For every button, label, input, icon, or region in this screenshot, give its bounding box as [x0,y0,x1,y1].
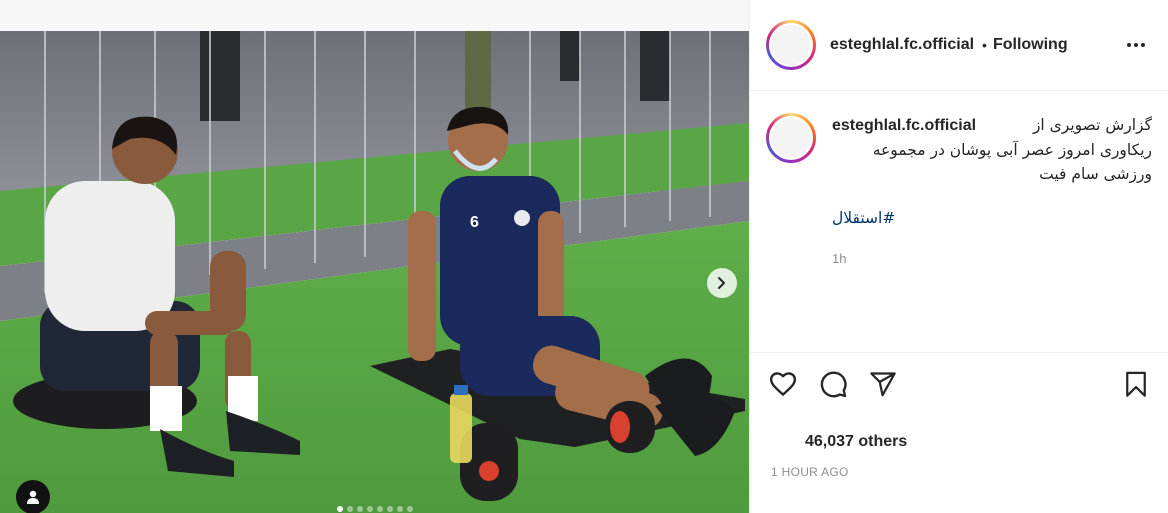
comment-button[interactable] [817,368,849,400]
carousel-dot [356,506,363,512]
carousel-indicator [0,506,749,512]
carousel-dot [346,506,353,512]
post-side-panel: esteghlal.fc.official • Following estegh… [749,0,1168,513]
carousel-dot [336,506,343,512]
like-button[interactable] [767,368,799,400]
carousel-dot [396,506,403,512]
header-separator: • [982,37,987,53]
following-button[interactable]: Following [993,36,1068,54]
caption-text-line1: گزارش تصویری از [1032,116,1152,134]
share-icon [870,372,896,397]
caption-text: ریکاوری امروز عصر آبی پوشان در مجموعه ور… [872,141,1152,183]
caption-avatar[interactable] [766,113,816,163]
post-actions-bar [750,352,1168,412]
jersey-number: 6 [470,214,479,231]
carousel-dot [386,506,393,512]
media-top-strip [0,0,749,31]
user-tag-icon [27,490,39,504]
more-options-icon[interactable] [1125,34,1147,56]
save-button[interactable] [1120,368,1152,400]
post-photo[interactable]: 6 [0,31,749,513]
caption-timestamp[interactable]: 1h [832,247,1152,271]
header-username[interactable]: esteghlal.fc.official [830,36,974,54]
heart-icon [769,372,797,396]
carousel-dot [406,506,413,512]
chevron-right-icon [718,277,725,289]
comment-icon [820,371,847,398]
hashtag-link[interactable]: #استقلال [832,206,895,230]
post-timestamp[interactable]: 1 HOUR AGO [771,465,849,479]
carousel-dot [366,506,373,512]
photo-illustration: 6 [0,31,749,513]
instagram-post: 6 esteghlal.fc.official • Following este… [0,0,1168,513]
header-avatar[interactable] [766,20,816,70]
bookmark-icon [1126,371,1146,397]
post-header: esteghlal.fc.official • Following [750,0,1168,91]
post-caption: esteghlal.fc.official گزارش تصویری از ری… [766,113,1156,271]
post-media: 6 [0,0,749,513]
carousel-dot [376,506,383,512]
share-button[interactable] [867,368,899,400]
caption-username[interactable]: esteghlal.fc.official [832,114,976,138]
likes-count[interactable]: 46,037 others [805,433,907,451]
next-slide-button[interactable] [707,268,737,298]
